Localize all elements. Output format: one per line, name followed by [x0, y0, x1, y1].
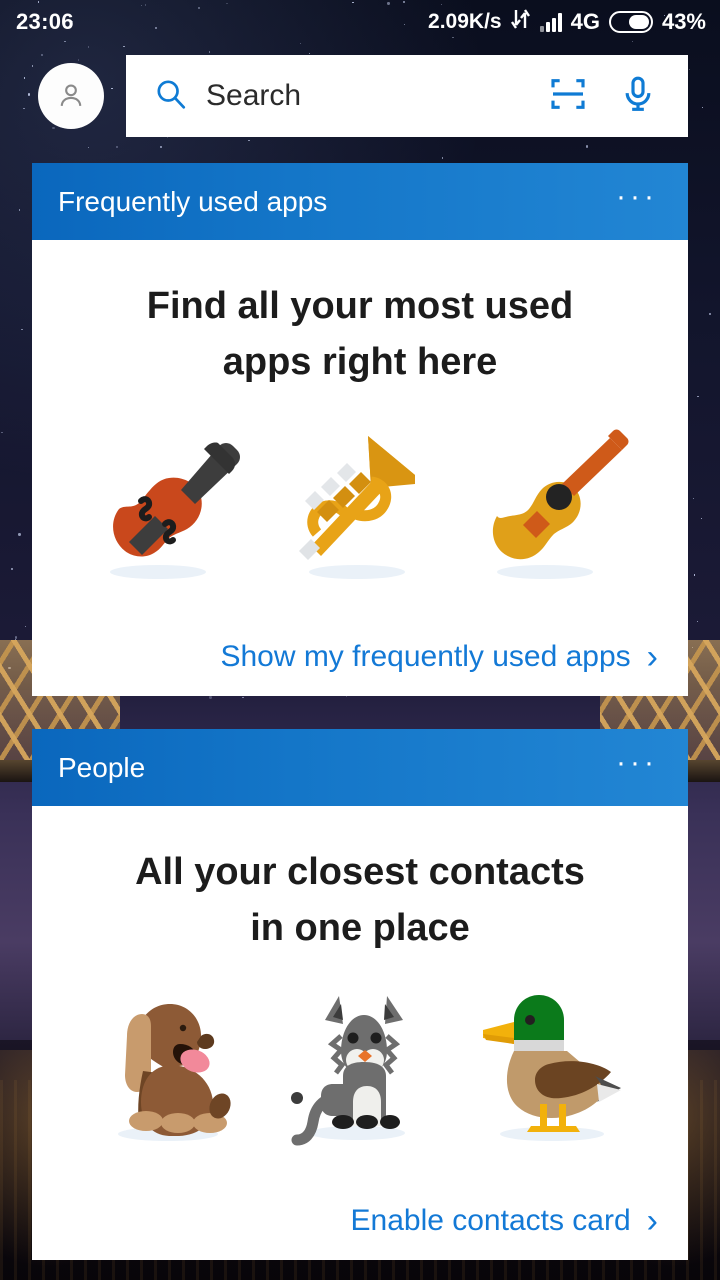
card-people[interactable]: People ··· All your closest contacts in …: [32, 729, 688, 1260]
violin-illustration: [83, 412, 253, 587]
card-overflow-menu-icon[interactable]: ···: [616, 747, 658, 788]
scan-icon[interactable]: [548, 74, 588, 119]
headline-line-2: apps right here: [222, 341, 498, 384]
guitar-illustration: [467, 412, 637, 587]
dog-illustration: [83, 976, 253, 1151]
card-overflow-menu-icon[interactable]: ···: [616, 181, 658, 222]
show-frequently-used-apps-link[interactable]: Show my frequently used apps ›: [220, 640, 658, 674]
card-header: Frequently used apps ···: [32, 163, 688, 240]
card-body: All your closest contacts in one place E…: [32, 806, 688, 1260]
signal-icon: [539, 12, 562, 32]
illustration-row: [32, 412, 688, 587]
illustration-row: [32, 976, 688, 1151]
card-headline: Find all your most used apps right here: [32, 240, 688, 390]
search-bar[interactable]: Search: [126, 55, 688, 137]
card-body: Find all your most used apps right here: [32, 240, 688, 696]
card-title: People: [58, 751, 146, 783]
chevron-right-icon: ›: [646, 638, 658, 676]
status-bar: 23:06 2.09K/s 4G 43%: [0, 0, 720, 44]
link-label: Enable contacts card: [350, 1204, 631, 1237]
headline-line-1: All your closest contacts: [135, 851, 585, 893]
status-clock: 23:06: [16, 9, 74, 34]
search-icon: [154, 77, 188, 116]
cat-illustration: [275, 976, 445, 1151]
avatar[interactable]: [38, 63, 104, 129]
card-title: Frequently used apps: [58, 185, 328, 217]
search-input[interactable]: Search: [206, 79, 548, 113]
chevron-right-icon: ›: [646, 1202, 658, 1240]
card-frequently-used-apps[interactable]: Frequently used apps ··· Find all your m…: [32, 163, 688, 696]
headline-line-2: in one place: [250, 907, 470, 950]
card-header: People ···: [32, 729, 688, 806]
link-label: Show my frequently used apps: [220, 640, 631, 673]
card-headline: All your closest contacts in one place: [32, 806, 688, 956]
duck-illustration: [467, 976, 637, 1151]
person-icon: [60, 84, 82, 107]
battery-percent: 43%: [661, 9, 706, 34]
network-speed: 2.09K/s: [428, 10, 502, 33]
network-type-label: 4G: [570, 9, 600, 34]
enable-contacts-card-link[interactable]: Enable contacts card ›: [351, 1204, 659, 1238]
microphone-icon[interactable]: [618, 74, 658, 119]
data-transfer-icon: [510, 8, 531, 36]
trumpet-illustration: [275, 412, 445, 587]
headline-line-1: Find all your most used: [146, 285, 574, 327]
battery-icon: [608, 11, 653, 33]
search-row: Search: [0, 55, 720, 137]
